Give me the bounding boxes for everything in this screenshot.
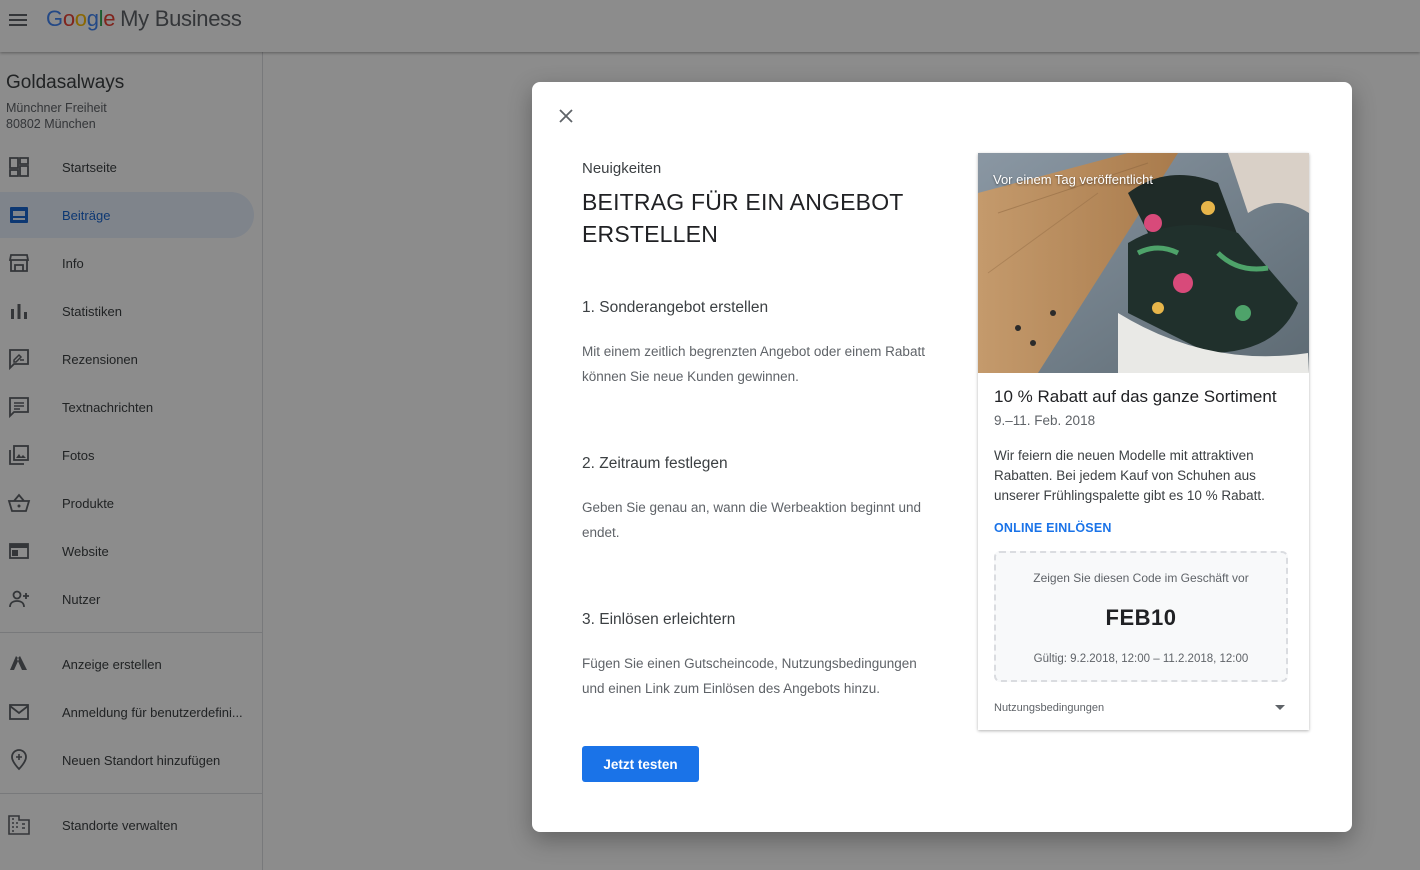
coupon-code-box: Zeigen Sie diesen Code im Geschäft vor F…: [994, 551, 1288, 682]
offer-description: Wir feiern die neuen Modelle mit attrakt…: [994, 448, 1265, 503]
dialog-title: BEITRAG FÜR EIN ANGEBOT ERSTELLEN: [582, 189, 904, 247]
published-time-label: Vor einem Tag veröffentlicht: [993, 172, 1153, 187]
offer-title: 10 % Rabatt auf das ganze Sortiment: [994, 387, 1277, 406]
dialog-eyebrow: Neuigkeiten: [582, 160, 662, 177]
offer-preview-card: Vor einem Tag veröffentlicht 10 % Rabatt…: [978, 153, 1309, 730]
step-3-text: Fügen Sie einen Gutscheincode, Nutzungsb…: [582, 656, 917, 696]
offer-intro-dialog: Neuigkeiten BEITRAG FÜR EIN ANGEBOT ERST…: [532, 82, 1352, 832]
offer-dates: 9.–11. Feb. 2018: [994, 413, 1096, 428]
step-1-text: Mit einem zeitlich begrenzten Angebot od…: [582, 344, 925, 384]
coupon-validity: Gültig: 9.2.2018, 12:00 – 11.2.2018, 12:…: [1033, 653, 1249, 665]
step-3-title: 3. Einlösen erleichtern: [582, 611, 736, 628]
coupon-code: FEB10: [1105, 605, 1177, 630]
coupon-hint: Zeigen Sie diesen Code im Geschäft vor: [1033, 571, 1249, 585]
close-icon[interactable]: [554, 104, 578, 128]
redeem-online-link[interactable]: ONLINE EINLÖSEN: [994, 521, 1112, 535]
chevron-down-icon[interactable]: [1272, 699, 1288, 715]
try-now-button[interactable]: Jetzt testen: [582, 746, 699, 782]
terms-toggle[interactable]: Nutzungsbedingungen: [994, 702, 1104, 714]
step-2-text: Geben Sie genau an, wann die Werbeaktion…: [582, 500, 922, 540]
step-1-title: 1. Sonderangebot erstellen: [582, 299, 769, 316]
step-2-title: 2. Zeitraum festlegen: [582, 455, 728, 472]
